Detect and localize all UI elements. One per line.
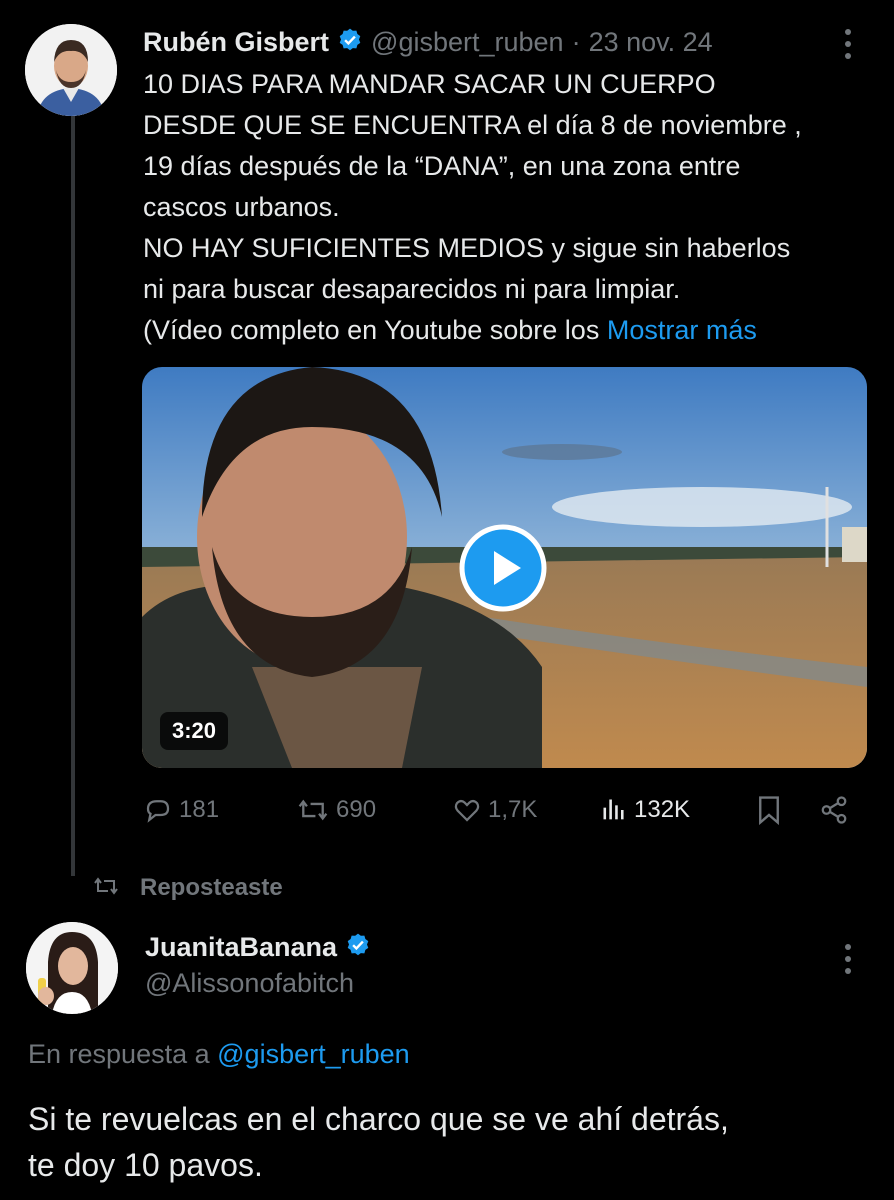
author-name[interactable]: Rubén Gisbert [143, 27, 329, 58]
reply-author-avatar[interactable] [26, 922, 118, 1014]
views-button[interactable]: 132K [600, 793, 690, 827]
author-avatar[interactable] [25, 24, 117, 116]
reposted-label: Reposteaste [140, 874, 283, 901]
like-count: 1,7K [488, 796, 538, 823]
video-thumbnail[interactable]: 3:20 [142, 367, 867, 768]
bookmark-button[interactable] [756, 793, 782, 827]
separator-dot: · [571, 26, 581, 57]
more-icon[interactable] [838, 26, 858, 62]
reply-count: 181 [179, 796, 220, 823]
reply-text: Si te revuelcas en el charco que se ve a… [28, 1096, 878, 1188]
repost-icon [296, 795, 330, 825]
share-icon [818, 795, 850, 825]
tweet-line-last: (Vídeo completo en Youtube sobre los Mos… [143, 315, 757, 345]
play-icon[interactable] [459, 524, 547, 612]
tweet-line: DESDE QUE SE ENCUENTRA el día 8 de novie… [143, 110, 802, 140]
verified-badge-icon [345, 932, 371, 963]
tweet-date[interactable]: 23 nov. 24 [589, 27, 713, 58]
reply-icon [143, 795, 173, 825]
more-icon[interactable] [838, 941, 858, 977]
tweet-line: cascos urbanos. [143, 192, 340, 222]
video-duration-badge: 3:20 [160, 712, 229, 750]
show-more-link[interactable]: Mostrar más [607, 315, 757, 345]
share-button[interactable] [818, 793, 850, 827]
repost-button[interactable]: 690 [296, 793, 376, 827]
reply-author-handle[interactable]: @Alissonofabitch [145, 968, 354, 999]
reply-author-name[interactable]: JuanitaBanana [145, 932, 337, 963]
in-reply-prefix: En respuesta a [28, 1039, 210, 1069]
verified-badge-icon [337, 27, 363, 58]
tweet-line: 19 días después de la “DANA”, en una zon… [143, 151, 741, 181]
views-icon [600, 795, 628, 825]
reply-line: te doy 10 pavos. [28, 1147, 263, 1183]
in-reply-handle[interactable]: @gisbert_ruben [217, 1039, 410, 1069]
reply-button[interactable]: 181 [143, 793, 219, 827]
views-count: 132K [634, 796, 691, 823]
bookmark-icon [756, 795, 782, 825]
like-icon [452, 795, 482, 825]
tweet-text: 10 DIAS PARA MANDAR SACAR UN CUERPO DESD… [143, 64, 873, 351]
reply-line: Si te revuelcas en el charco que se ve a… [28, 1101, 729, 1137]
like-button[interactable]: 1,7K [452, 793, 537, 827]
author-handle[interactable]: @gisbert_ruben [371, 27, 564, 58]
video-duration: 3:20 [172, 718, 217, 743]
tweet-line: ni para buscar desaparecidos ni para lim… [143, 274, 681, 304]
in-reply-to: En respuesta a @gisbert_ruben [28, 1039, 410, 1070]
tweet-line: NO HAY SUFICIENTES MEDIOS y sigue sin ha… [143, 233, 791, 263]
tweet-line: 10 DIAS PARA MANDAR SACAR UN CUERPO [143, 69, 716, 99]
repost-count: 690 [336, 796, 377, 823]
repost-indicator-icon [92, 874, 120, 903]
thread-connector [71, 116, 75, 876]
